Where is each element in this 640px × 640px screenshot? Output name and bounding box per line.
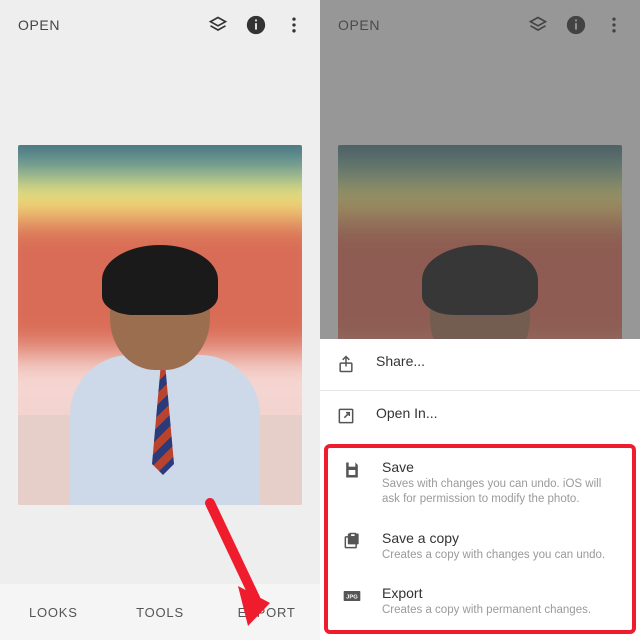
export-sheet: Share... Open In... Save Saves with chan… <box>320 339 640 640</box>
right-screenshot: OPEN Share... <box>320 0 640 640</box>
save-copy-icon <box>342 531 364 553</box>
sheet-title: Save a copy <box>382 530 618 546</box>
sheet-export[interactable]: JPG Export Creates a copy with permanent… <box>328 574 632 630</box>
layers-icon[interactable] <box>206 13 230 37</box>
save-icon <box>342 460 364 482</box>
tab-export[interactable]: EXPORT <box>213 584 320 640</box>
share-icon <box>336 354 358 376</box>
tab-tools[interactable]: TOOLS <box>107 584 214 640</box>
sheet-save[interactable]: Save Saves with changes you can undo. iO… <box>328 448 632 519</box>
topbar: OPEN <box>0 0 320 50</box>
sheet-subtitle: Saves with changes you can undo. iOS wil… <box>382 477 618 508</box>
sheet-share[interactable]: Share... <box>320 339 640 390</box>
more-icon[interactable] <box>282 13 306 37</box>
open-in-icon <box>336 406 358 428</box>
sheet-title: Save <box>382 459 618 475</box>
info-icon[interactable] <box>244 13 268 37</box>
open-button[interactable]: OPEN <box>18 17 60 33</box>
bottom-tabs: LOOKS TOOLS EXPORT <box>0 584 320 640</box>
jpg-icon: JPG <box>342 586 364 608</box>
highlight-annotation: Save Saves with changes you can undo. iO… <box>324 444 636 634</box>
left-screenshot: OPEN LOOKS TOOLS EXPORT <box>0 0 320 640</box>
sheet-title: Export <box>382 585 618 601</box>
svg-text:JPG: JPG <box>346 595 358 601</box>
sheet-open-in[interactable]: Open In... <box>320 390 640 442</box>
sheet-subtitle: Creates a copy with permanent changes. <box>382 603 618 619</box>
sheet-subtitle: Creates a copy with changes you can undo… <box>382 548 618 564</box>
tab-looks[interactable]: LOOKS <box>0 584 107 640</box>
photo-canvas[interactable] <box>18 145 302 505</box>
sheet-title: Open In... <box>376 405 624 421</box>
sheet-save-copy[interactable]: Save a copy Creates a copy with changes … <box>328 519 632 575</box>
sheet-title: Share... <box>376 353 624 369</box>
